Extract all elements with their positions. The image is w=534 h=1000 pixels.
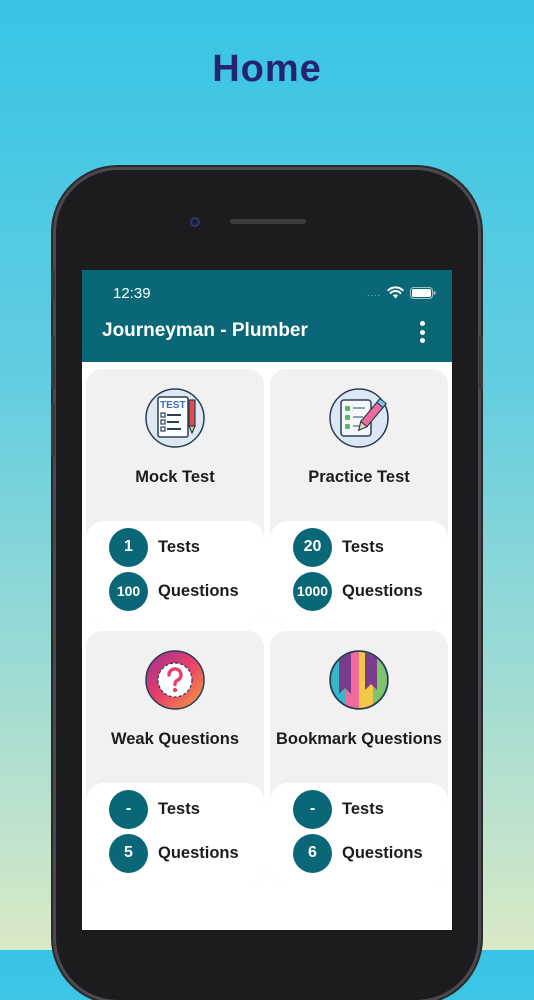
questions-count-badge: 5 (109, 833, 148, 873)
bookmarks-icon (329, 650, 389, 710)
stat-questions: 100 Questions (109, 571, 239, 611)
tests-count-badge: - (109, 789, 148, 829)
tests-count-badge: - (293, 789, 332, 829)
card-title: Bookmark Questions (276, 730, 442, 748)
phone-volume-up (51, 335, 55, 390)
battery-icon (410, 286, 436, 299)
card-title: Practice Test (308, 468, 410, 486)
stat-questions: 5 Questions (109, 833, 239, 873)
card-practice-test[interactable]: Practice Test 20 Tests 1000 Questions (270, 369, 448, 625)
question-badge-icon (145, 650, 205, 710)
phone-frame: 12:39 .... Journeyman - Plumber TEST Moc… (51, 170, 483, 1000)
questions-label: Questions (342, 581, 423, 600)
questions-count-badge: 100 (109, 571, 148, 611)
stat-tests: 1 Tests (109, 527, 200, 567)
card-stats: 20 Tests 1000 Questions (270, 521, 448, 625)
tests-label: Tests (342, 537, 384, 556)
questions-count-badge: 1000 (293, 571, 332, 611)
earpiece-speaker (230, 219, 306, 224)
tests-label: Tests (158, 799, 200, 818)
test-sheet-icon: TEST (145, 388, 205, 448)
app-screen: 12:39 .... Journeyman - Plumber TEST Moc… (82, 270, 452, 930)
svg-text:TEST: TEST (160, 400, 186, 411)
stat-tests: - Tests (293, 789, 384, 829)
status-time: 12:39 (113, 285, 151, 302)
card-mock-test[interactable]: TEST Mock Test 1 Tests 100 Questions (86, 369, 264, 625)
card-bookmark-questions[interactable]: Bookmark Questions - Tests 6 Questions (270, 631, 448, 887)
front-camera (190, 217, 200, 227)
checklist-pencil-icon (329, 388, 389, 448)
questions-label: Questions (158, 581, 239, 600)
card-stats: - Tests 6 Questions (270, 783, 448, 887)
tests-label: Tests (158, 537, 200, 556)
stat-questions: 1000 Questions (293, 571, 423, 611)
questions-label: Questions (342, 843, 423, 862)
card-stats: - Tests 5 Questions (86, 783, 264, 887)
phone-volume-down (51, 402, 55, 457)
more-vertical-icon[interactable] (412, 321, 432, 343)
card-title: Weak Questions (110, 730, 240, 748)
phone-power-button (479, 335, 483, 390)
questions-label: Questions (158, 843, 239, 862)
status-icons: .... (367, 286, 436, 299)
card-title: Mock Test (135, 468, 215, 486)
questions-count-badge: 6 (293, 833, 332, 873)
stat-questions: 6 Questions (293, 833, 423, 873)
app-title: Journeyman - Plumber (102, 320, 308, 341)
card-weak-questions[interactable]: Weak Questions - Tests 5 Questions (86, 631, 264, 887)
app-bar: 12:39 .... Journeyman - Plumber (82, 270, 452, 362)
wifi-icon (387, 286, 404, 299)
stat-tests: 20 Tests (293, 527, 384, 567)
tests-count-badge: 20 (293, 527, 332, 567)
stat-tests: - Tests (109, 789, 200, 829)
signal-icon: .... (366, 287, 381, 298)
phone-silent-switch (51, 270, 55, 300)
tests-count-badge: 1 (109, 527, 148, 567)
card-stats: 1 Tests 100 Questions (86, 521, 264, 625)
tests-label: Tests (342, 799, 384, 818)
page-heading: Home (212, 48, 322, 90)
